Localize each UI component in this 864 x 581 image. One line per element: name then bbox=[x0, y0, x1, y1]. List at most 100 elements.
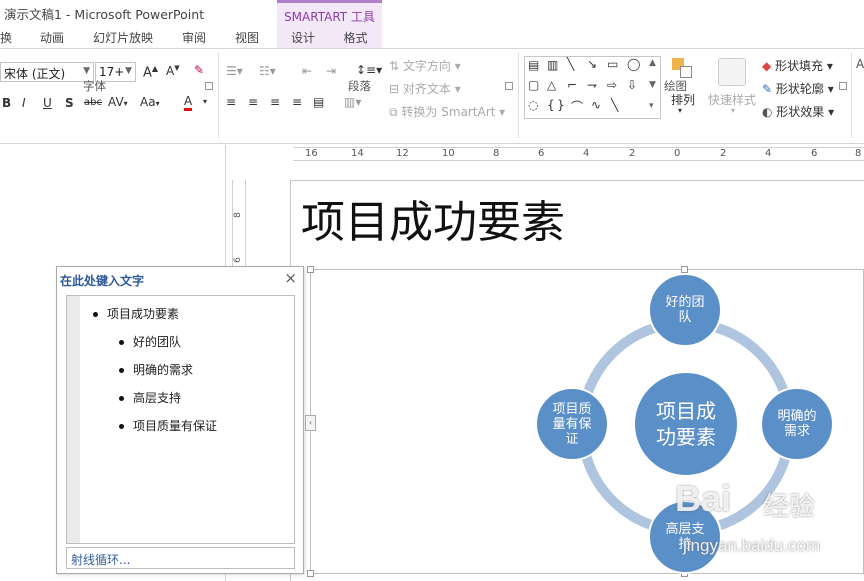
textbox-shape-icon[interactable]: ▤ bbox=[528, 58, 539, 72]
align-right-icon[interactable]: ≡ bbox=[270, 95, 280, 109]
list-item[interactable]: 明确的需求 bbox=[119, 361, 193, 378]
triangle-shape-icon[interactable]: △ bbox=[547, 78, 556, 92]
rounded-rect-shape-icon[interactable]: ▢ bbox=[528, 78, 539, 92]
scroll-down-icon[interactable]: ▼ bbox=[649, 80, 656, 90]
rectangle-shape-icon[interactable]: ▭ bbox=[607, 57, 618, 71]
tab-review[interactable]: 审阅 bbox=[182, 29, 206, 46]
node-text: 明确的 bbox=[777, 409, 817, 424]
ruler-label: 16 bbox=[305, 148, 318, 159]
justify-icon[interactable]: ≡ bbox=[292, 95, 302, 109]
chevron-down-icon: ▼ bbox=[125, 66, 132, 76]
align-center-icon[interactable]: ≡ bbox=[248, 95, 258, 109]
grow-font-icon[interactable]: A▲ bbox=[143, 64, 158, 80]
distributed-icon[interactable]: ▤ bbox=[313, 95, 324, 109]
diagram-node-requirements[interactable]: 明确的 需求 bbox=[760, 387, 834, 461]
strikethrough-icon[interactable]: abc bbox=[84, 97, 102, 108]
down-arrow-shape-icon[interactable]: ⇩ bbox=[627, 78, 637, 92]
text-pane-toggle-icon[interactable]: ‹ bbox=[305, 415, 316, 431]
increase-indent-icon[interactable]: ⇥ bbox=[326, 64, 336, 78]
list-item-text: 项目质量有保证 bbox=[133, 419, 218, 433]
text-pane-list[interactable]: 项目成功要素 好的团队 明确的需求 高层支持 项目质量有保证 bbox=[66, 295, 295, 544]
gallery-more-icon[interactable]: ▾ bbox=[649, 101, 654, 111]
shape-outline-button[interactable]: ✎ 形状轮廓 ▾ bbox=[762, 80, 834, 97]
convert-smartart-button[interactable]: ⧉ 转换为 SmartArt ▾ bbox=[389, 103, 505, 120]
font-color-icon[interactable]: A bbox=[184, 94, 193, 111]
list-item[interactable]: 项目成功要素 bbox=[93, 305, 179, 322]
diagram-center-node[interactable]: 项目成 功要素 bbox=[633, 371, 739, 477]
line-shape-icon[interactable]: ╲ bbox=[567, 57, 574, 71]
group-divider bbox=[518, 52, 519, 138]
char-spacing-icon[interactable]: AV▾ bbox=[108, 95, 128, 109]
chevron-down-icon[interactable]: ▾ bbox=[731, 106, 735, 115]
underline-icon[interactable]: U bbox=[43, 96, 52, 110]
clear-format-icon[interactable]: ✎ bbox=[194, 63, 204, 77]
tab-slideshow[interactable]: 幻灯片放映 bbox=[93, 29, 153, 46]
next-group-icon[interactable]: A bbox=[856, 57, 864, 71]
ruler-label: 6 bbox=[811, 148, 818, 159]
tab-view[interactable]: 视图 bbox=[235, 29, 259, 46]
right-arrow-shape-icon[interactable]: ⇨ bbox=[607, 78, 617, 92]
font-name-value: 宋体 (正文) bbox=[4, 67, 66, 81]
tab-design[interactable]: 设计 bbox=[277, 24, 329, 48]
ruler-label: 2 bbox=[629, 148, 636, 159]
layout-name-link[interactable]: 射线循环... bbox=[66, 547, 295, 569]
scroll-up-icon[interactable]: ▲ bbox=[649, 58, 656, 68]
bold-icon[interactable]: B bbox=[2, 96, 11, 110]
vertical-textbox-shape-icon[interactable]: ▥ bbox=[547, 58, 558, 72]
decrease-indent-icon[interactable]: ⇤ bbox=[302, 64, 312, 78]
tab-animations[interactable]: 动画 bbox=[40, 29, 64, 46]
elbow-connector-shape-icon[interactable]: ⌐ bbox=[567, 78, 577, 92]
slide-title[interactable]: 项目成功要素 bbox=[301, 186, 565, 250]
font-name-select[interactable]: 宋体 (正文) ▼ bbox=[0, 62, 94, 82]
quick-styles-icon[interactable] bbox=[718, 58, 746, 86]
resize-handle[interactable] bbox=[307, 570, 314, 577]
diagram-node-team[interactable]: 好的团队 bbox=[648, 273, 722, 347]
text-direction-button[interactable]: ⇅ 文字方向 ▾ bbox=[389, 57, 461, 74]
columns-icon[interactable]: ▥▾ bbox=[344, 95, 361, 109]
shadow-icon[interactable]: S bbox=[65, 96, 74, 110]
ruler-label: 6 bbox=[538, 148, 545, 159]
bullets-icon[interactable]: ☰▾ bbox=[226, 64, 243, 78]
shapes-gallery[interactable]: ▤ ▥ ╲ ↘ ▭ ◯ ▢ △ ⌐ ⇁ ⇨ ⇩ ◌ { } ⌒ ∿ ╲ ▲ ▼ … bbox=[524, 56, 661, 119]
curve-shape-icon[interactable]: ∿ bbox=[591, 98, 601, 112]
freeform-shape-icon[interactable]: ◌ bbox=[528, 98, 538, 112]
brace-shape-icon[interactable]: { bbox=[547, 98, 555, 112]
resize-handle[interactable] bbox=[307, 266, 314, 273]
shape-fill-button[interactable]: ◆ 形状填充 ▾ bbox=[762, 57, 833, 74]
chevron-down-icon[interactable]: ▾ bbox=[678, 106, 682, 115]
line-spacing-icon[interactable]: ↕≡▾ bbox=[356, 63, 382, 77]
ribbon-tabs: 换 动画 幻灯片放映 审阅 视图 设计 格式 bbox=[0, 24, 864, 48]
list-item[interactable]: 好的团队 bbox=[119, 333, 181, 350]
tab-format[interactable]: 格式 bbox=[329, 24, 382, 48]
shrink-font-icon[interactable]: A▼ bbox=[166, 64, 180, 78]
align-text-button[interactable]: ⊟ 对齐文本 ▾ bbox=[389, 80, 461, 97]
shape-effects-label: 形状效果 bbox=[776, 105, 825, 119]
chevron-down-icon[interactable]: ▾ bbox=[203, 97, 207, 106]
arc-shape-icon[interactable]: ⌒ bbox=[571, 98, 583, 115]
paragraph-dialog-launcher-icon[interactable] bbox=[505, 82, 513, 90]
resize-handle[interactable] bbox=[681, 266, 688, 273]
shape-effects-button[interactable]: ◐ 形状效果 ▾ bbox=[762, 103, 834, 120]
paint-bucket-icon: ◆ bbox=[762, 59, 776, 73]
ruler-label: 14 bbox=[351, 148, 364, 159]
ruler-label: 8 bbox=[855, 148, 862, 159]
scribble-shape-icon[interactable]: ╲ bbox=[611, 98, 618, 112]
list-item[interactable]: 项目质量有保证 bbox=[119, 417, 217, 434]
list-item[interactable]: 高层支持 bbox=[119, 389, 181, 406]
elbow-arrow-shape-icon[interactable]: ⇁ bbox=[587, 78, 597, 92]
align-left-icon[interactable]: ≡ bbox=[226, 95, 236, 109]
drawing-dialog-launcher-icon[interactable] bbox=[839, 82, 847, 90]
tab-transitions[interactable]: 换 bbox=[0, 29, 12, 46]
close-icon[interactable]: × bbox=[284, 269, 297, 287]
italic-icon[interactable]: I bbox=[22, 96, 26, 110]
arrow-line-shape-icon[interactable]: ↘ bbox=[587, 57, 597, 71]
change-case-icon[interactable]: Aa▾ bbox=[140, 95, 160, 109]
node-text: 功要素 bbox=[656, 425, 716, 449]
oval-shape-icon[interactable]: ◯ bbox=[627, 57, 640, 71]
font-dialog-launcher-icon[interactable] bbox=[205, 82, 213, 90]
watermark-cn: 经验 bbox=[763, 492, 816, 522]
smartart-text-pane: 在此处键入文字 × 项目成功要素 好的团队 明确的需求 高层支持 项目质量有保证… bbox=[56, 266, 304, 574]
diagram-node-quality[interactable]: 项目质 量有保证 bbox=[535, 387, 609, 461]
brace-shape-icon[interactable]: } bbox=[557, 98, 565, 112]
numbering-icon[interactable]: ☷▾ bbox=[259, 64, 276, 78]
